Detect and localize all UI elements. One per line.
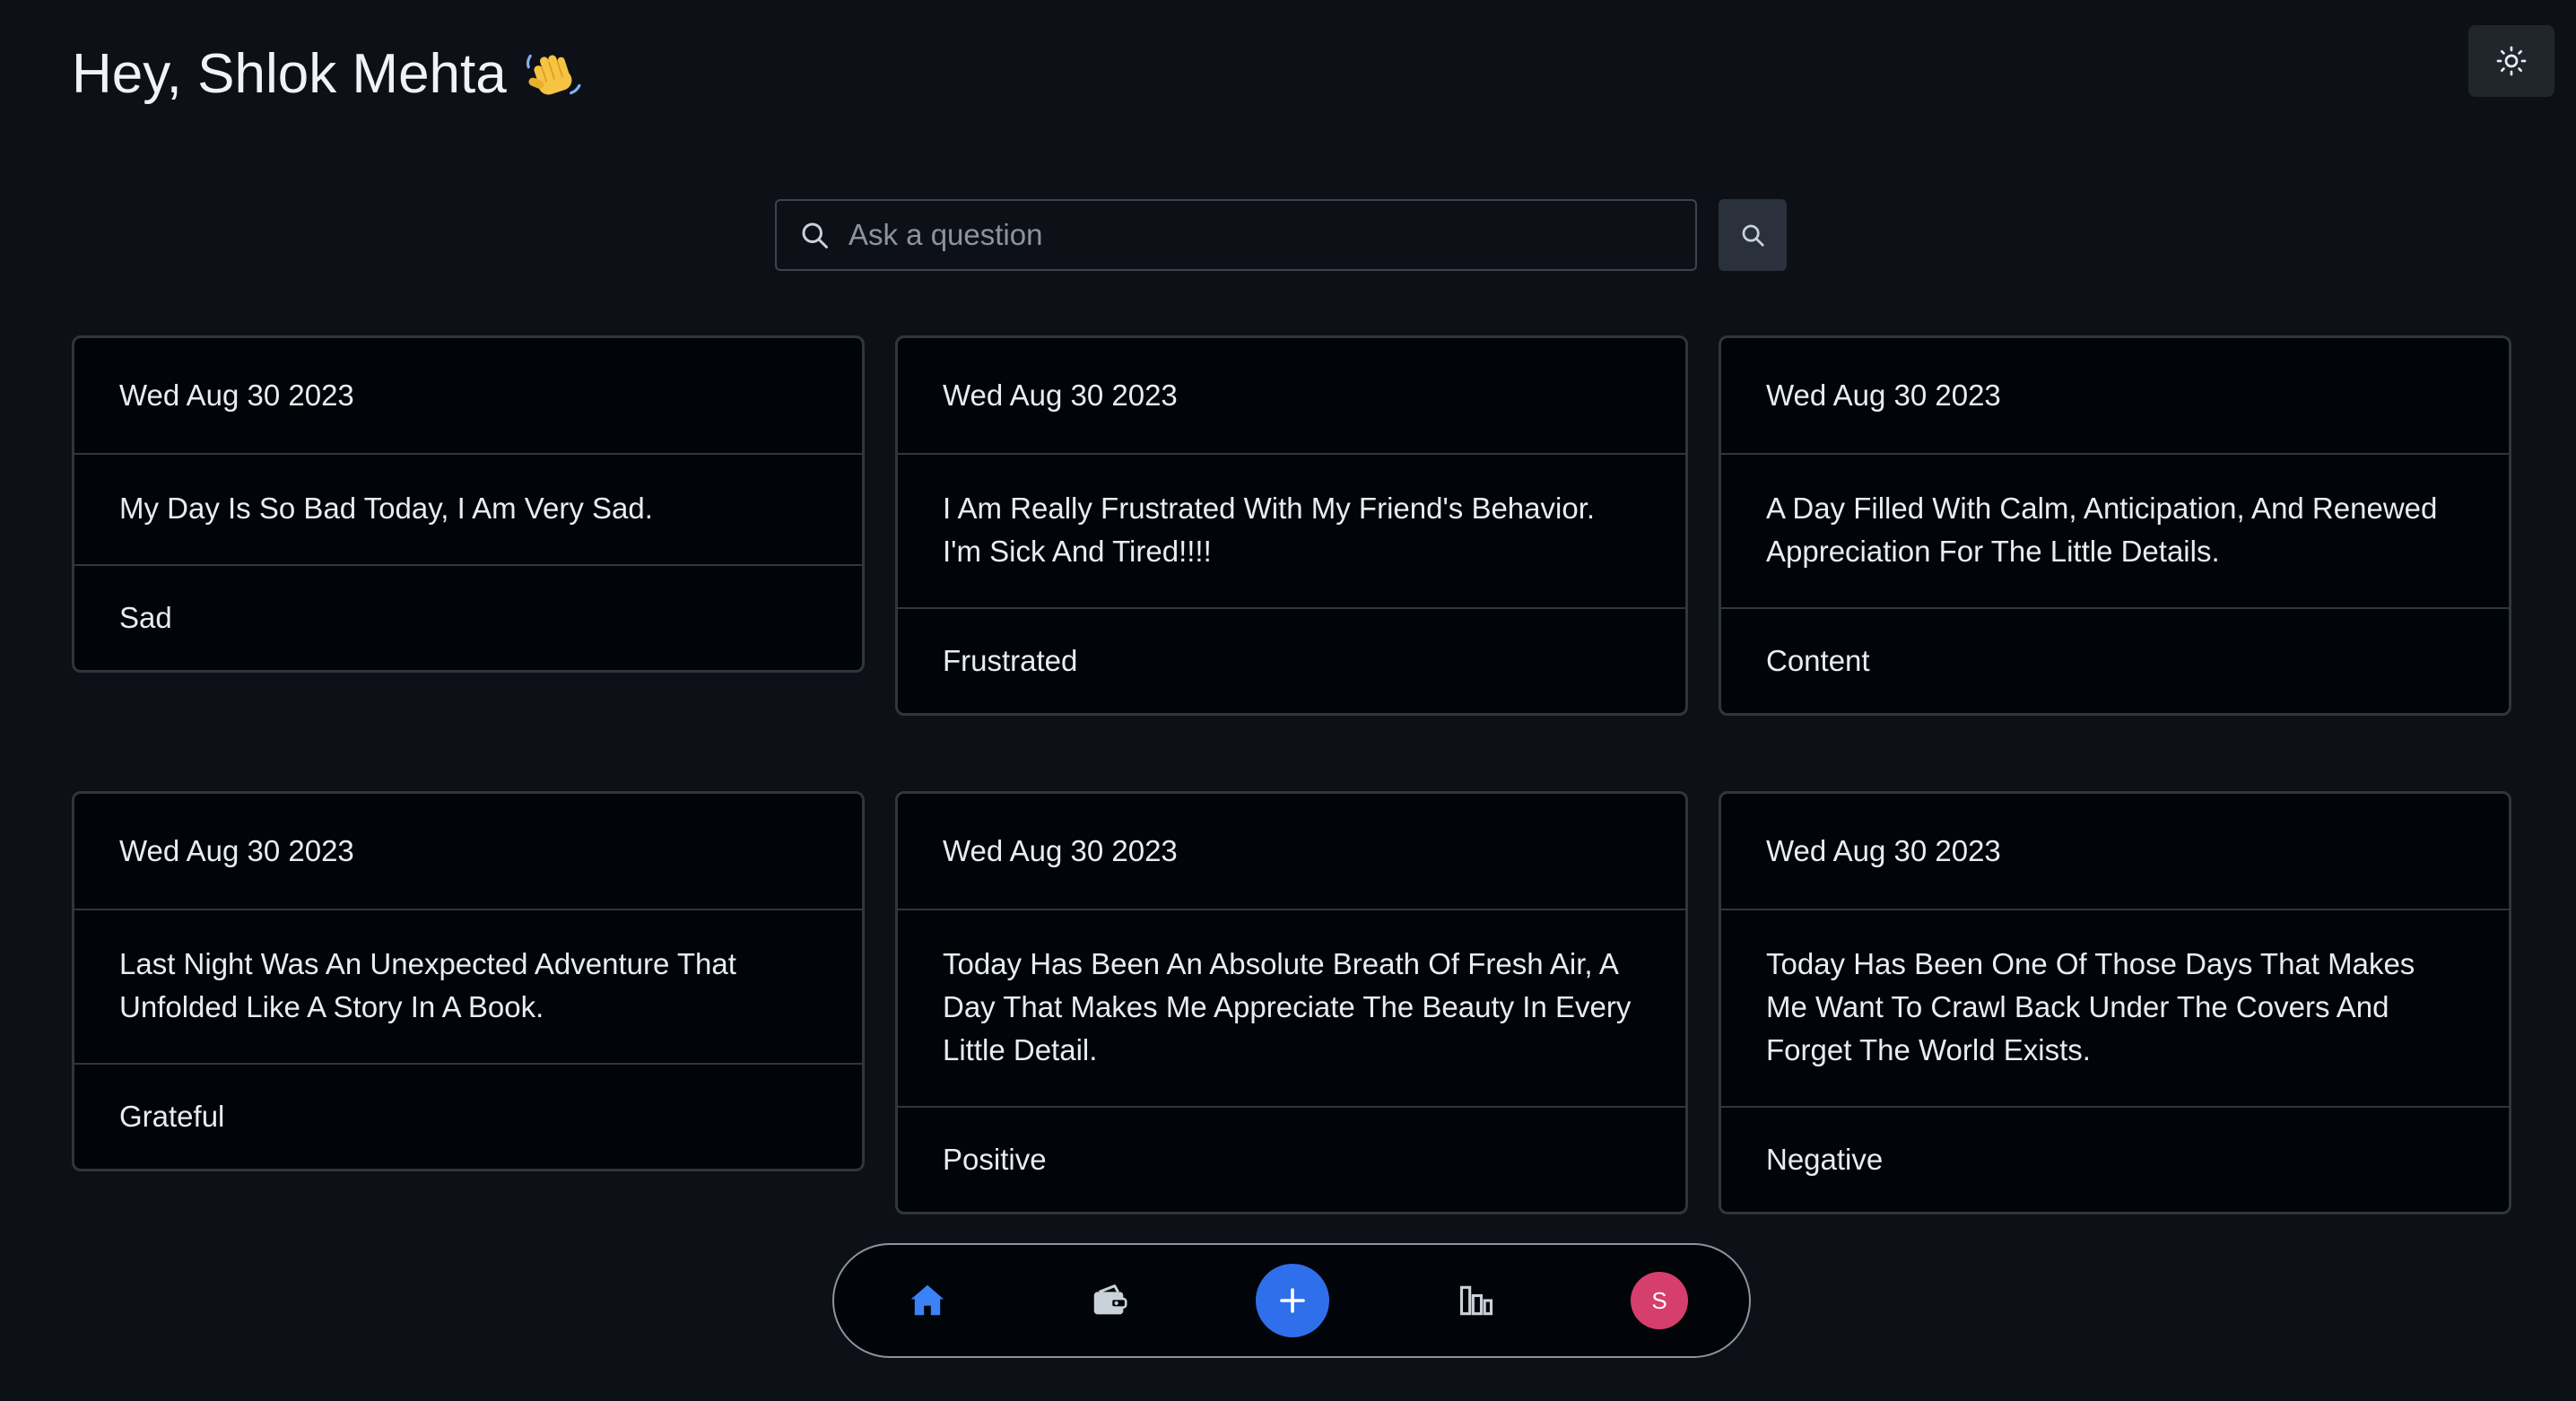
journal-entry-card[interactable]: Wed Aug 30 2023 Today Has Been An Absolu… bbox=[895, 791, 1688, 1214]
journal-entry-card[interactable]: Wed Aug 30 2023 My Day Is So Bad Today, … bbox=[72, 335, 865, 673]
entry-mood: Sad bbox=[74, 564, 862, 670]
nav-wallet-button[interactable] bbox=[1089, 1280, 1130, 1321]
journal-entry-card[interactable]: Wed Aug 30 2023 A Day Filled With Calm, … bbox=[1719, 335, 2511, 716]
journal-entry-card[interactable]: Wed Aug 30 2023 I Am Really Frustrated W… bbox=[895, 335, 1688, 716]
sun-icon bbox=[2495, 45, 2528, 77]
greeting-text: Hey, Shlok Mehta bbox=[72, 43, 507, 105]
search-bar bbox=[775, 199, 1697, 271]
search-icon bbox=[1739, 222, 1766, 248]
avatar[interactable]: S bbox=[1631, 1272, 1688, 1329]
entry-text: Last Night Was An Unexpected Adventure T… bbox=[74, 909, 862, 1063]
waving-hand-icon bbox=[523, 45, 582, 104]
entry-mood: Positive bbox=[898, 1106, 1685, 1212]
add-entry-button[interactable] bbox=[1256, 1264, 1329, 1337]
entry-date: Wed Aug 30 2023 bbox=[1766, 834, 2001, 867]
entry-date: Wed Aug 30 2023 bbox=[943, 834, 1178, 867]
entry-date: Wed Aug 30 2023 bbox=[119, 834, 354, 867]
page-title: Hey, Shlok Mehta bbox=[72, 34, 582, 115]
entry-text: Today Has Been One Of Those Days That Ma… bbox=[1721, 909, 2509, 1106]
search-input[interactable] bbox=[849, 204, 1695, 266]
entry-date: Wed Aug 30 2023 bbox=[1766, 379, 2001, 412]
journal-entry-card[interactable]: Wed Aug 30 2023 Today Has Been One Of Th… bbox=[1719, 791, 2511, 1214]
journal-entry-card[interactable]: Wed Aug 30 2023 Last Night Was An Unexpe… bbox=[72, 791, 865, 1171]
wallet-icon bbox=[1089, 1280, 1130, 1321]
entry-mood: Frustrated bbox=[898, 607, 1685, 713]
search-icon bbox=[796, 217, 832, 253]
entry-date: Wed Aug 30 2023 bbox=[943, 379, 1178, 412]
plus-icon bbox=[1276, 1284, 1309, 1317]
bottom-nav: S bbox=[832, 1243, 1751, 1358]
journal-entries-grid: Wed Aug 30 2023 My Day Is So Bad Today, … bbox=[72, 335, 2511, 1214]
entry-mood: Content bbox=[1721, 607, 2509, 713]
entry-text: My Day Is So Bad Today, I Am Very Sad. bbox=[74, 453, 862, 564]
nav-stats-button[interactable] bbox=[1457, 1281, 1496, 1320]
avatar-initial: S bbox=[1651, 1286, 1667, 1314]
theme-toggle-button[interactable] bbox=[2468, 25, 2554, 97]
bar-chart-icon bbox=[1457, 1281, 1496, 1320]
entry-mood: Grateful bbox=[74, 1063, 862, 1169]
entry-text: I Am Really Frustrated With My Friend's … bbox=[898, 453, 1685, 607]
entry-text: Today Has Been An Absolute Breath Of Fre… bbox=[898, 909, 1685, 1106]
entry-text: A Day Filled With Calm, Anticipation, An… bbox=[1721, 453, 2509, 607]
search-button[interactable] bbox=[1719, 199, 1787, 271]
nav-home-button[interactable] bbox=[907, 1280, 948, 1321]
entry-date: Wed Aug 30 2023 bbox=[119, 379, 354, 412]
entry-mood: Negative bbox=[1721, 1106, 2509, 1212]
home-icon bbox=[907, 1280, 948, 1321]
